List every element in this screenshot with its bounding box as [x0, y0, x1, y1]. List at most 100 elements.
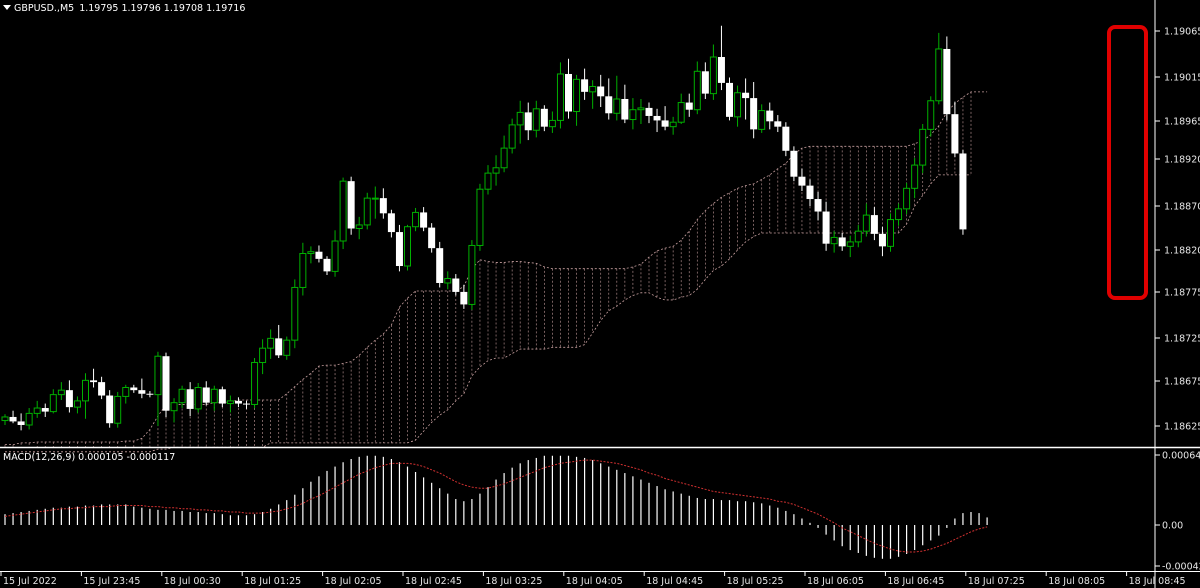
- candle-body-bear: [581, 79, 589, 92]
- candle-body-bull: [1, 416, 9, 422]
- candle-body-bull: [927, 100, 935, 130]
- candle-body-bear: [130, 387, 138, 391]
- macd-tick-label: -0.000425: [1162, 562, 1200, 573]
- candle-body-bull: [669, 121, 677, 128]
- time-tick-label: 18 Jul 04:45: [646, 576, 703, 587]
- candle-body-bear: [621, 98, 629, 120]
- candles: [1, 25, 967, 431]
- candle-body-bear: [234, 400, 242, 404]
- candle-body-bull: [122, 386, 130, 397]
- price-tick-label: 1.18920: [1164, 155, 1200, 166]
- candle-body-bear: [243, 403, 250, 405]
- candle-body-bear: [814, 199, 822, 212]
- candle-body-bull: [532, 108, 540, 131]
- candle-body-bear: [65, 390, 73, 408]
- time-tick-label: 18 Jul 06:45: [887, 576, 944, 587]
- candle-body-bear: [275, 338, 283, 356]
- candle-body-bear: [870, 215, 878, 234]
- highlight-box: [1107, 25, 1148, 300]
- candle-body-bull: [468, 244, 476, 305]
- candle-body-bear: [951, 114, 959, 154]
- candle-body-bear: [806, 185, 814, 200]
- candle-body-bull: [82, 379, 89, 402]
- candle-body-bull: [903, 187, 911, 210]
- candle-body-bear: [605, 96, 613, 114]
- candle-body-bear: [420, 212, 428, 228]
- macd-histogram: [4, 455, 988, 559]
- candle-body-bear: [701, 71, 709, 94]
- price-tick-label: 1.18725: [1164, 334, 1200, 345]
- macd-axis: 0.000647 0.00 -0.000425: [1155, 451, 1200, 573]
- candle-body-bear: [565, 73, 572, 112]
- candle-body-bull: [291, 286, 299, 341]
- candle-body-bull: [492, 167, 500, 174]
- candle-body-bull: [548, 119, 556, 128]
- candle-body-bear: [347, 181, 355, 229]
- candle-body-bull: [830, 236, 838, 245]
- candle-body-bull: [371, 197, 379, 200]
- candle-body-bear: [750, 98, 758, 130]
- candle-body-bear: [685, 102, 693, 110]
- time-axis: 15 Jul 2022 15 Jul 23:45 18 Jul 00:30 18 Ju…: [0, 571, 1186, 587]
- candle-body-bear: [452, 278, 460, 292]
- macd-tick-label: 0.00: [1162, 521, 1183, 532]
- candle-body-bull: [476, 188, 484, 246]
- candle-body-bull: [629, 109, 637, 121]
- candle-body-bull: [299, 253, 307, 288]
- candle-body-bear: [436, 248, 444, 283]
- candle-body-bear: [218, 389, 226, 404]
- candle-body-bear: [106, 395, 114, 424]
- candle-body-bear: [645, 107, 653, 116]
- candle-body-bull: [363, 197, 371, 226]
- candle-body-bull: [508, 124, 516, 149]
- candle-body-bear: [315, 251, 323, 259]
- candle-body-bear: [379, 198, 387, 214]
- candle-body-bear: [90, 380, 98, 383]
- candle-body-bull: [154, 355, 162, 396]
- candle-body-bull: [259, 347, 267, 363]
- candle-body-bear: [959, 153, 967, 230]
- macd-title: MACD(12,26,9) 0.000105 -0.000117: [3, 452, 175, 463]
- candle-body-bear: [653, 115, 661, 121]
- candle-body-bull: [589, 85, 597, 93]
- candle-body-bull: [404, 226, 411, 267]
- candle-body-bull: [693, 70, 701, 111]
- candle-body-bear: [790, 150, 798, 177]
- candle-body-bear: [822, 211, 830, 244]
- candle-body-bull: [283, 339, 291, 356]
- candle-body-bear: [943, 48, 951, 115]
- time-tick-label: 18 Jul 06:05: [807, 576, 864, 587]
- candle-body-bull: [339, 180, 347, 242]
- candle-body-bull: [33, 407, 41, 414]
- time-tick-label: 18 Jul 05:25: [727, 576, 784, 587]
- candle-body-bear: [98, 382, 106, 396]
- price-tick-label: 1.18820: [1164, 246, 1200, 257]
- collapse-triangle-icon[interactable]: [3, 5, 11, 10]
- time-tick-label: 18 Jul 08:05: [1048, 576, 1105, 587]
- candle-body-bear: [726, 82, 733, 117]
- candle-body-bear: [798, 176, 806, 186]
- time-tick-label: 18 Jul 08:45: [1129, 576, 1186, 587]
- candle-body-bull: [887, 219, 894, 247]
- time-tick-label: 18 Jul 04:05: [566, 576, 623, 587]
- candle-body-bull: [444, 278, 452, 284]
- candle-body-bear: [395, 232, 403, 267]
- candle-body-bull: [500, 147, 508, 169]
- candle-body-bull: [911, 164, 919, 189]
- candle-body-bear: [186, 389, 194, 409]
- time-tick-label: 15 Jul 23:45: [83, 576, 140, 587]
- price-tick-label: 1.18675: [1164, 377, 1200, 388]
- macd-tick-label: 0.000647: [1162, 451, 1200, 462]
- candle-body-bear: [202, 387, 210, 403]
- candle-body-bull: [170, 402, 178, 412]
- candle-body-bear: [540, 108, 548, 127]
- candle-body-bear: [146, 393, 154, 395]
- candle-body-bull: [412, 211, 420, 228]
- chart-canvas[interactable]: 1.19065 1.19015 1.18965 1.18920 1.18870 1.188…: [0, 0, 1200, 588]
- candle-body-bull: [677, 102, 685, 123]
- candle-body-bear: [774, 121, 782, 127]
- candle-body-bull: [25, 412, 33, 426]
- candle-body-bull: [758, 110, 766, 130]
- candle-body-bear: [717, 57, 725, 83]
- price-tick-label: 1.19065: [1164, 27, 1200, 38]
